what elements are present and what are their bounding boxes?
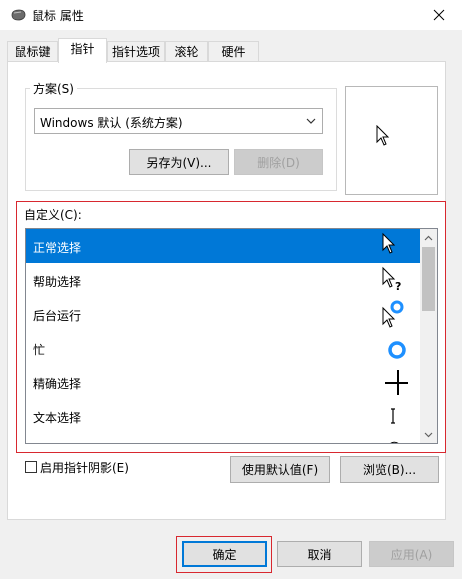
delete-button[interactable]: 删除(D) xyxy=(234,149,323,175)
cancel-button[interactable]: 取消 xyxy=(277,541,362,567)
chevron-down-icon xyxy=(424,432,433,437)
arrow-icon xyxy=(376,125,390,146)
precision-select-icon xyxy=(385,370,408,395)
list-item[interactable]: 文本选择 xyxy=(26,399,420,433)
list-item[interactable]: 帮助选择 ? xyxy=(26,263,420,297)
arrow-icon xyxy=(382,232,396,254)
handwriting-icon xyxy=(390,441,399,443)
title-bar: 鼠标 属性 xyxy=(0,0,462,30)
mouse-icon xyxy=(11,9,26,21)
scroll-thumb[interactable] xyxy=(422,247,435,311)
list-item[interactable] xyxy=(26,433,420,443)
cursor-preview xyxy=(345,86,438,195)
save-as-button[interactable]: 另存为(V)... xyxy=(129,149,229,175)
apply-button[interactable]: 应用(A) xyxy=(369,541,454,567)
scheme-selected: Windows 默认 (系统方案) xyxy=(40,116,183,130)
text-select-icon xyxy=(391,408,395,424)
tab-pointer-options[interactable]: 指针选项 xyxy=(107,41,165,61)
working-in-background-icon xyxy=(382,300,404,328)
tab-pointers[interactable]: 指针 xyxy=(58,38,107,63)
busy-icon xyxy=(388,341,406,359)
chevron-up-icon xyxy=(424,235,433,240)
tab-wheel[interactable]: 滚轮 xyxy=(165,41,208,61)
list-item[interactable]: 忙 xyxy=(26,331,420,365)
pointer-shadow-checkbox[interactable] xyxy=(25,461,37,473)
scroll-up-button[interactable] xyxy=(420,229,437,246)
scheme-dropdown[interactable]: Windows 默认 (系统方案) xyxy=(34,108,323,134)
window-title: 鼠标 属性 xyxy=(32,9,84,23)
scheme-group xyxy=(25,88,337,191)
use-default-button[interactable]: 使用默认值(F) xyxy=(230,456,330,483)
help-select-icon: ? xyxy=(382,266,401,293)
list-item[interactable]: 精确选择 xyxy=(26,365,420,399)
scheme-legend: 方案(S) xyxy=(30,80,77,97)
pointer-shadow-label: 启用指针阴影(E) xyxy=(40,461,129,475)
custom-label: 自定义(C): xyxy=(24,208,82,222)
cursor-list[interactable]: 正常选择 帮助选择 ? 后台运行 忙 精确选择 文本选择 xyxy=(25,228,438,444)
chevron-down-icon xyxy=(306,118,316,124)
list-item[interactable]: 后台运行 xyxy=(26,297,420,331)
scroll-down-button[interactable] xyxy=(420,426,437,443)
browse-button[interactable]: 浏览(B)... xyxy=(340,456,439,483)
ok-button[interactable]: 确定 xyxy=(182,541,267,567)
close-button[interactable] xyxy=(416,0,462,30)
list-item[interactable]: 正常选择 xyxy=(26,229,420,263)
tab-buttons[interactable]: 鼠标键 xyxy=(7,41,58,61)
tab-hardware[interactable]: 硬件 xyxy=(208,41,259,61)
svg-text:?: ? xyxy=(395,280,401,293)
close-icon xyxy=(433,9,445,21)
list-scrollbar[interactable] xyxy=(420,229,437,443)
